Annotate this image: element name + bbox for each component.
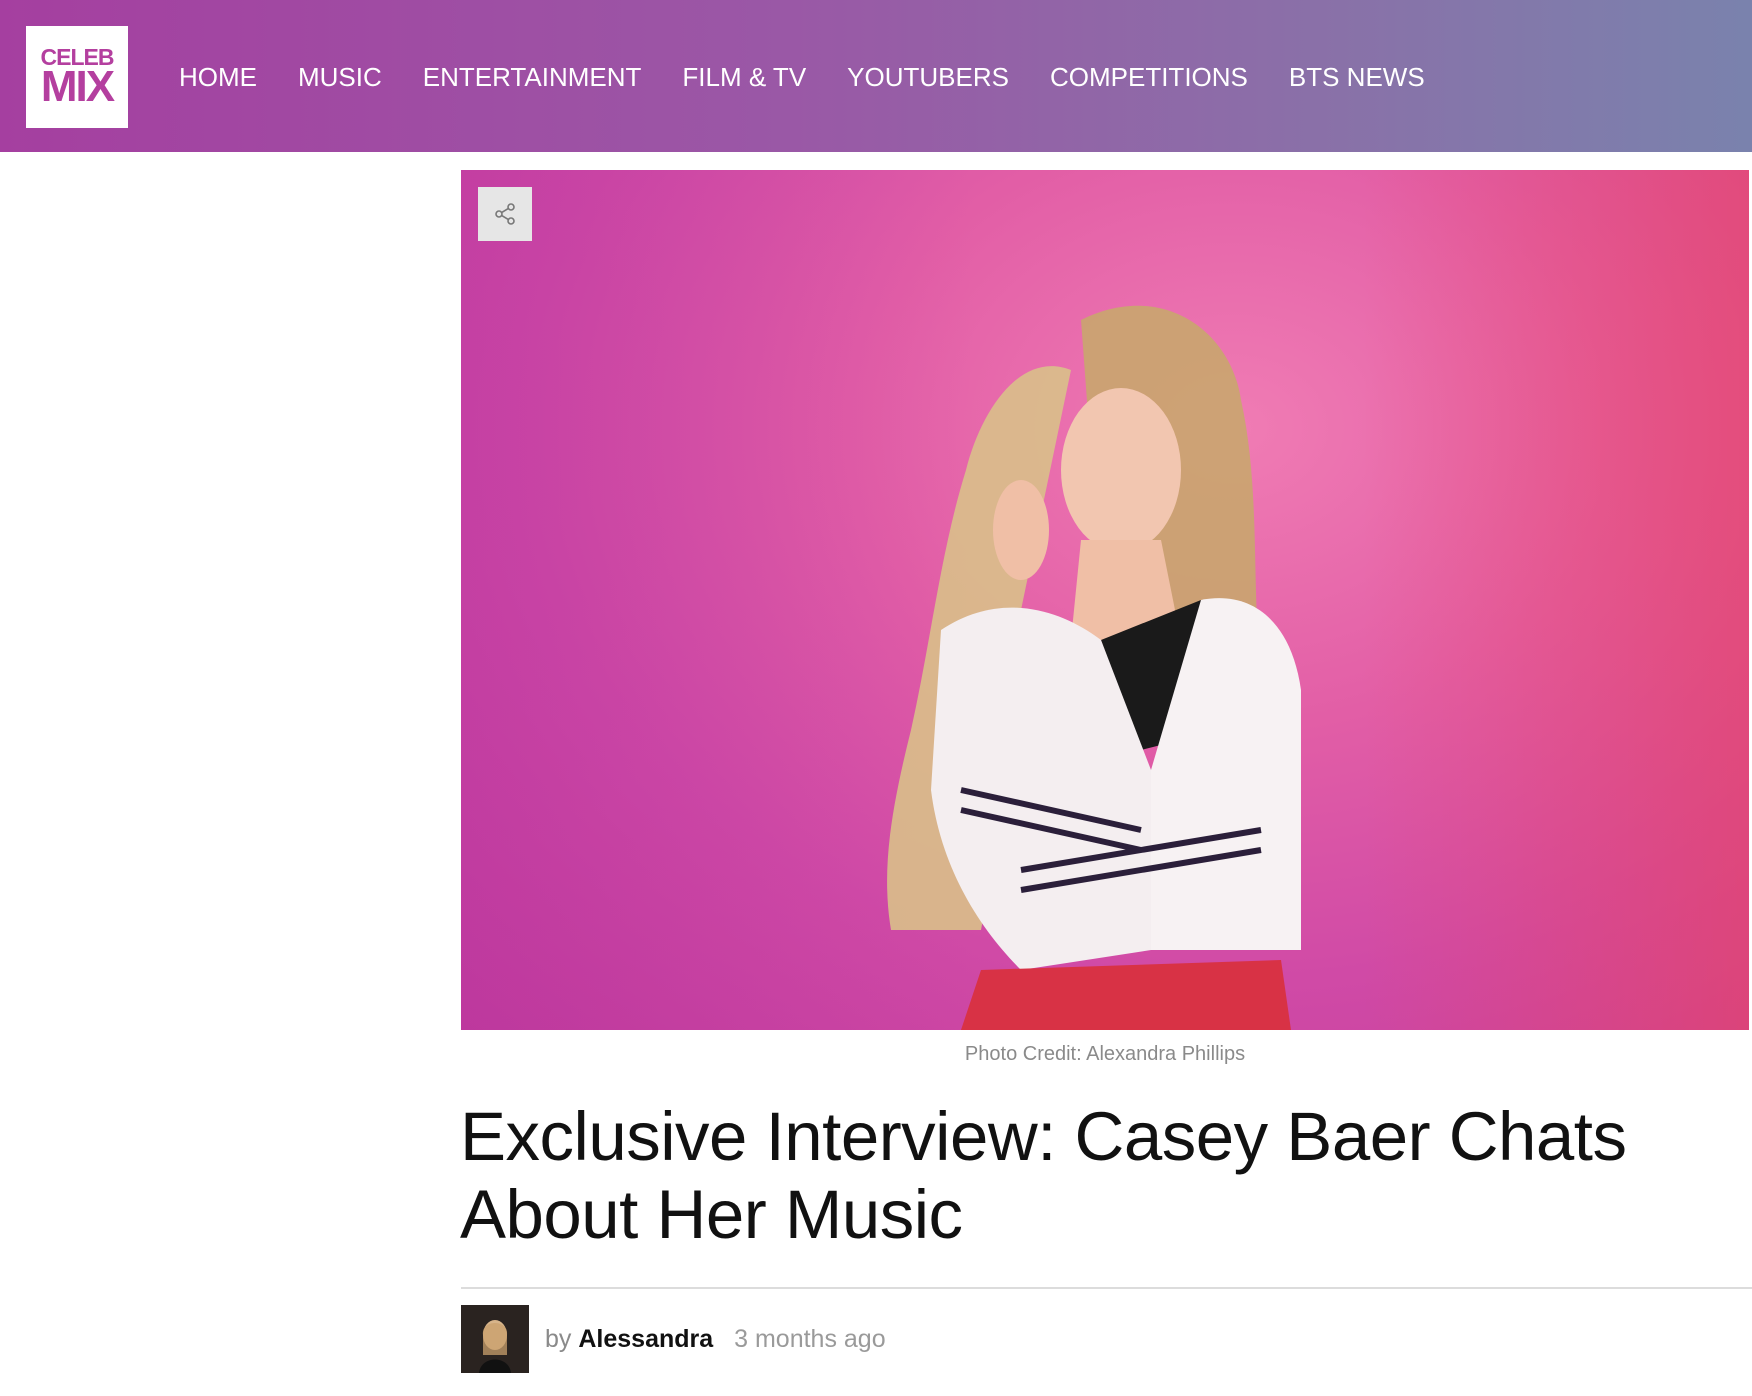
logo-text-bottom: MIX <box>40 62 115 111</box>
hero-person-figure <box>887 305 1301 1030</box>
hero-image <box>461 170 1749 1030</box>
celebmix-logo[interactable]: CELEB MIX <box>26 26 128 128</box>
share-icon <box>495 203 515 225</box>
author-name-link[interactable]: Alessandra <box>578 1325 713 1353</box>
main-nav: HOME MUSIC ENTERTAINMENT FILM & TV YOUTU… <box>179 58 1425 96</box>
nav-item-home[interactable]: HOME <box>179 58 257 96</box>
nav-item-entertainment[interactable]: ENTERTAINMENT <box>423 58 642 96</box>
byline-by-label: by <box>545 1325 572 1353</box>
byline: by Alessandra 3 months ago <box>545 1322 886 1356</box>
nav-item-competitions[interactable]: COMPETITIONS <box>1050 58 1248 96</box>
author-avatar[interactable] <box>461 1305 529 1373</box>
nav-item-bts-news[interactable]: BTS NEWS <box>1289 58 1425 96</box>
share-button[interactable] <box>478 187 532 241</box>
photo-credit-caption: Photo Credit: Alexandra Phillips <box>964 1043 1246 1065</box>
nav-item-youtubers[interactable]: YOUTUBERS <box>847 58 1009 96</box>
site-header: CELEB MIX HOME MUSIC ENTERTAINMENT FILM … <box>0 0 1752 152</box>
nav-item-film-tv[interactable]: FILM & TV <box>682 58 806 96</box>
nav-item-music[interactable]: MUSIC <box>298 58 382 96</box>
author-avatar-portrait <box>461 1305 529 1373</box>
publish-time: 3 months ago <box>734 1325 886 1353</box>
title-divider <box>461 1287 1752 1289</box>
article-title: Exclusive Interview: Casey Baer Chats Ab… <box>460 1098 1627 1253</box>
